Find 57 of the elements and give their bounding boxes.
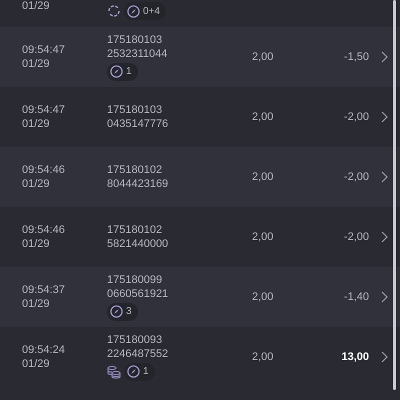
date-text: 01/29 [22, 118, 51, 130]
transaction-row[interactable]: 09:54:46 01/29 175180102 8044423169 2,00 -2,00 [0, 147, 400, 207]
chevron-right-icon[interactable] [380, 351, 388, 363]
result-text: -2,00 [342, 230, 369, 244]
count-badge: 1 [107, 62, 138, 80]
chevron-right-icon[interactable] [380, 111, 388, 123]
chevron-right-icon[interactable] [380, 51, 388, 63]
result-text: -1,40 [342, 290, 369, 304]
count-badge: 1 [124, 362, 155, 380]
date-text: 01/29 [22, 178, 51, 190]
id-text: 0660561921 [107, 288, 170, 300]
time-text: 09:54:37 [22, 284, 66, 296]
stake-text: 2,00 [251, 350, 274, 364]
id-text: 175180103 [107, 34, 164, 46]
time-text: 09:54:47 [22, 104, 66, 116]
id-text: 175180103 [107, 104, 164, 116]
chevron-right-icon[interactable] [380, 291, 388, 303]
result-text: 13,00 [340, 350, 369, 364]
id-text: 175180099 [107, 274, 164, 286]
date-text: 01/29 [22, 0, 51, 13]
id-text: 2246487552 [107, 348, 170, 360]
compass-icon [110, 65, 123, 78]
stake-text: 2,00 [251, 170, 274, 184]
stake-text: 2,00 [251, 110, 274, 124]
result-text: -1,50 [342, 50, 369, 64]
transaction-row[interactable]: 09:54:47 01/29 175180103 2532311044 1 2,00 -1,50 [0, 27, 400, 87]
stake-text: 2,00 [251, 230, 274, 244]
coins-icon [107, 364, 121, 378]
compass-icon [127, 365, 140, 378]
compass-icon [127, 4, 140, 18]
transaction-row[interactable]: 09:54:37 01/29 175180099 0660561921 3 2,00 -1,40 [0, 267, 400, 327]
count-badge: 3 [107, 302, 138, 320]
id-text: 5821440000 [107, 238, 170, 250]
stake-text: 2,00 [251, 50, 274, 64]
date-text: 01/29 [22, 358, 51, 370]
stake-text: 2,00 [251, 290, 274, 304]
date-text: 01/29 [22, 58, 51, 70]
id-text: 2532311044 [107, 48, 168, 60]
chevron-right-icon[interactable] [380, 171, 388, 183]
date-text: 01/29 [22, 298, 51, 310]
refresh-icon [107, 4, 121, 18]
compass-icon [110, 305, 123, 318]
id-text: 0435147776 [107, 118, 170, 130]
time-text: 09:54:47 [22, 44, 66, 56]
time-text: 09:54:46 [22, 224, 66, 236]
id-text: 175180093 [107, 334, 164, 346]
result-text: -2,00 [342, 110, 369, 124]
id-text: 8044423169 [107, 178, 170, 190]
result-text: -2,00 [342, 170, 369, 184]
date-text: 01/29 [22, 238, 51, 250]
scrollbar[interactable] [393, 0, 396, 390]
chevron-right-icon[interactable] [380, 231, 388, 243]
count-badge: 0+4 [124, 2, 166, 20]
time-text: 09:54:24 [22, 344, 66, 356]
time-text: 09:54:46 [22, 164, 66, 176]
id-text: 175180102 [107, 164, 164, 176]
id-text: 175180102 [107, 224, 164, 236]
